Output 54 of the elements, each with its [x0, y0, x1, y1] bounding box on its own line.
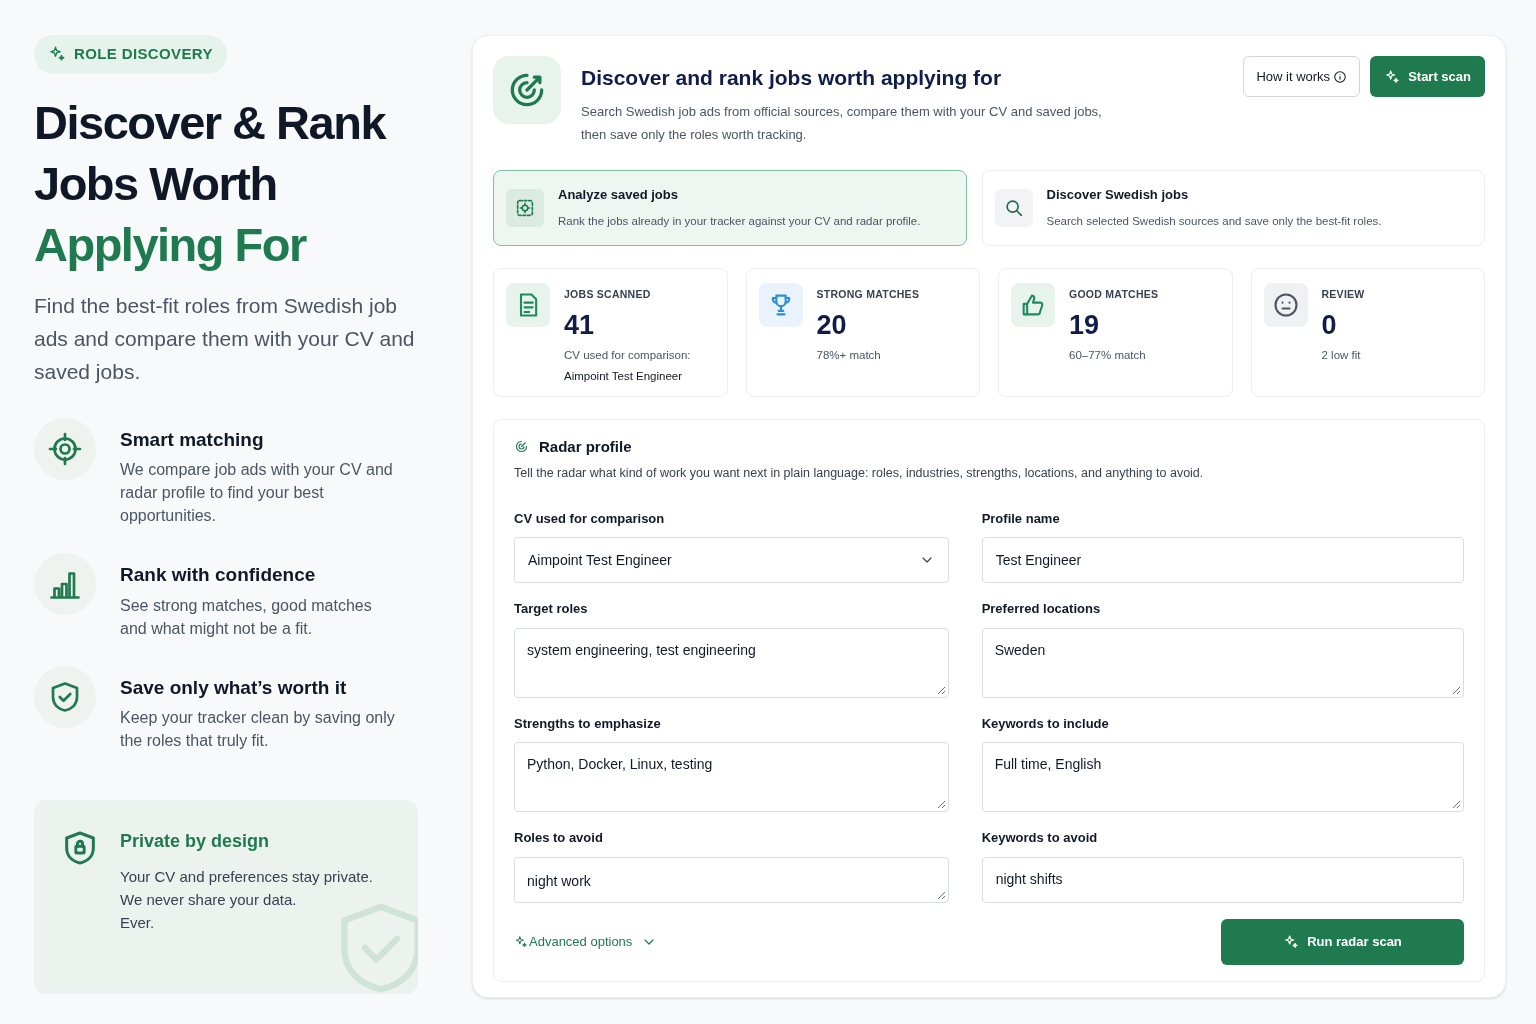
- field-label: Keywords to include: [981, 714, 1110, 733]
- text-area[interactable]: Sweden: [981, 627, 1464, 698]
- mode-description: Rank the jobs already in your tracker against your CV and radar profile.: [558, 213, 921, 229]
- stat-note: Aimpoint Test Engineer: [564, 368, 684, 384]
- stat-note: CV used for comparison:: [564, 348, 691, 364]
- feature-title: Smart matching: [120, 427, 265, 452]
- stat-note: 60–77% match: [1069, 348, 1147, 364]
- advanced-options-link[interactable]: Advanced options: [514, 932, 658, 952]
- stat-label: JOBS SCANNED: [564, 286, 652, 302]
- stat-value: 20: [816, 309, 848, 343]
- stat-value: 41: [564, 309, 596, 343]
- feature-description: We compare job ads with your CV and radar profile to find your best opportunities.: [120, 460, 394, 526]
- text-area[interactable]: Python, Docker, Linux, testing: [514, 742, 949, 813]
- field-label: Target roles: [514, 600, 589, 619]
- cv-select[interactable]: Aimpoint Test Engineer: [514, 537, 949, 584]
- stat-label: GOOD MATCHES: [1069, 286, 1159, 302]
- run-radar-scan-button[interactable]: Run radar scan: [1221, 918, 1464, 965]
- role-badge: ROLE DISCOVERY: [34, 35, 227, 74]
- section-title: Radar profile: [539, 436, 632, 457]
- mode-card[interactable]: Analyze saved jobs Rank the jobs already in your tracker against your CV and radar profile.: [493, 169, 967, 246]
- text-area[interactable]: Full time, English: [981, 742, 1464, 813]
- hero-subtitle: Find the best-fit roles from Swedish job ads and compare them with your CV and saved jobs.: [34, 292, 416, 385]
- feature-description: Keep your tracker clean by saving only the roles that truly fit.: [120, 708, 396, 751]
- how-it-works-button[interactable]: How it works: [1243, 56, 1361, 97]
- stat-note: 2 low fit: [1321, 348, 1362, 364]
- stat-value: 0: [1321, 309, 1338, 343]
- field-label: Strengths to emphasize: [514, 714, 662, 733]
- mode-title: Discover Swedish jobs: [1046, 186, 1190, 205]
- mode-description: Search selected Swedish sources and save only the best-fit roles.: [1046, 213, 1382, 229]
- stat-label: REVIEW: [1321, 286, 1365, 302]
- stat-note: 78%+ match: [816, 348, 882, 364]
- input-field[interactable]: Test Engineer: [981, 537, 1464, 584]
- input-field[interactable]: night shifts: [981, 856, 1464, 903]
- stat-value: 19: [1069, 309, 1101, 343]
- start-scan-button[interactable]: Start scan: [1370, 56, 1485, 97]
- text-area[interactable]: night work: [514, 856, 949, 903]
- hero-title: Discover & Rank Jobs Worth Applying For: [34, 94, 387, 273]
- field-label: Profile name: [981, 509, 1061, 528]
- section-description: Tell the radar what kind of work you want next in plain language: roles, industries, strengths, locations, and anything to avoid.: [514, 465, 1205, 482]
- text-area[interactable]: system engineering, test engineering: [514, 627, 949, 698]
- field-label: Roles to avoid: [514, 829, 604, 848]
- feature-title: Rank with confidence: [120, 563, 317, 587]
- privacy-text: Your CV and preferences stay private. We never share your data. Ever.: [120, 867, 373, 933]
- mode-title: Analyze saved jobs: [558, 186, 679, 205]
- field-label: Keywords to avoid: [981, 829, 1099, 848]
- field-label: Preferred locations: [981, 600, 1102, 619]
- privacy-title: Private by design: [120, 830, 271, 853]
- stat-label: STRONG MATCHES: [816, 286, 920, 302]
- page-title: Discover and rank jobs worth applying for: [581, 65, 1003, 91]
- field-label: CV used for comparison: [514, 509, 666, 528]
- feature-description: See strong matches, good matches and what might not be a fit.: [120, 595, 373, 639]
- page-description: Search Swedish job ads from official sources, compare them with your CV and saved jobs, then save only the roles worth tracking.: [581, 102, 1103, 144]
- feature-title: Save only what’s worth it: [120, 675, 348, 700]
- mode-card[interactable]: Discover Swedish jobs Search selected Swedish sources and save only the best-fit roles.: [981, 169, 1485, 246]
